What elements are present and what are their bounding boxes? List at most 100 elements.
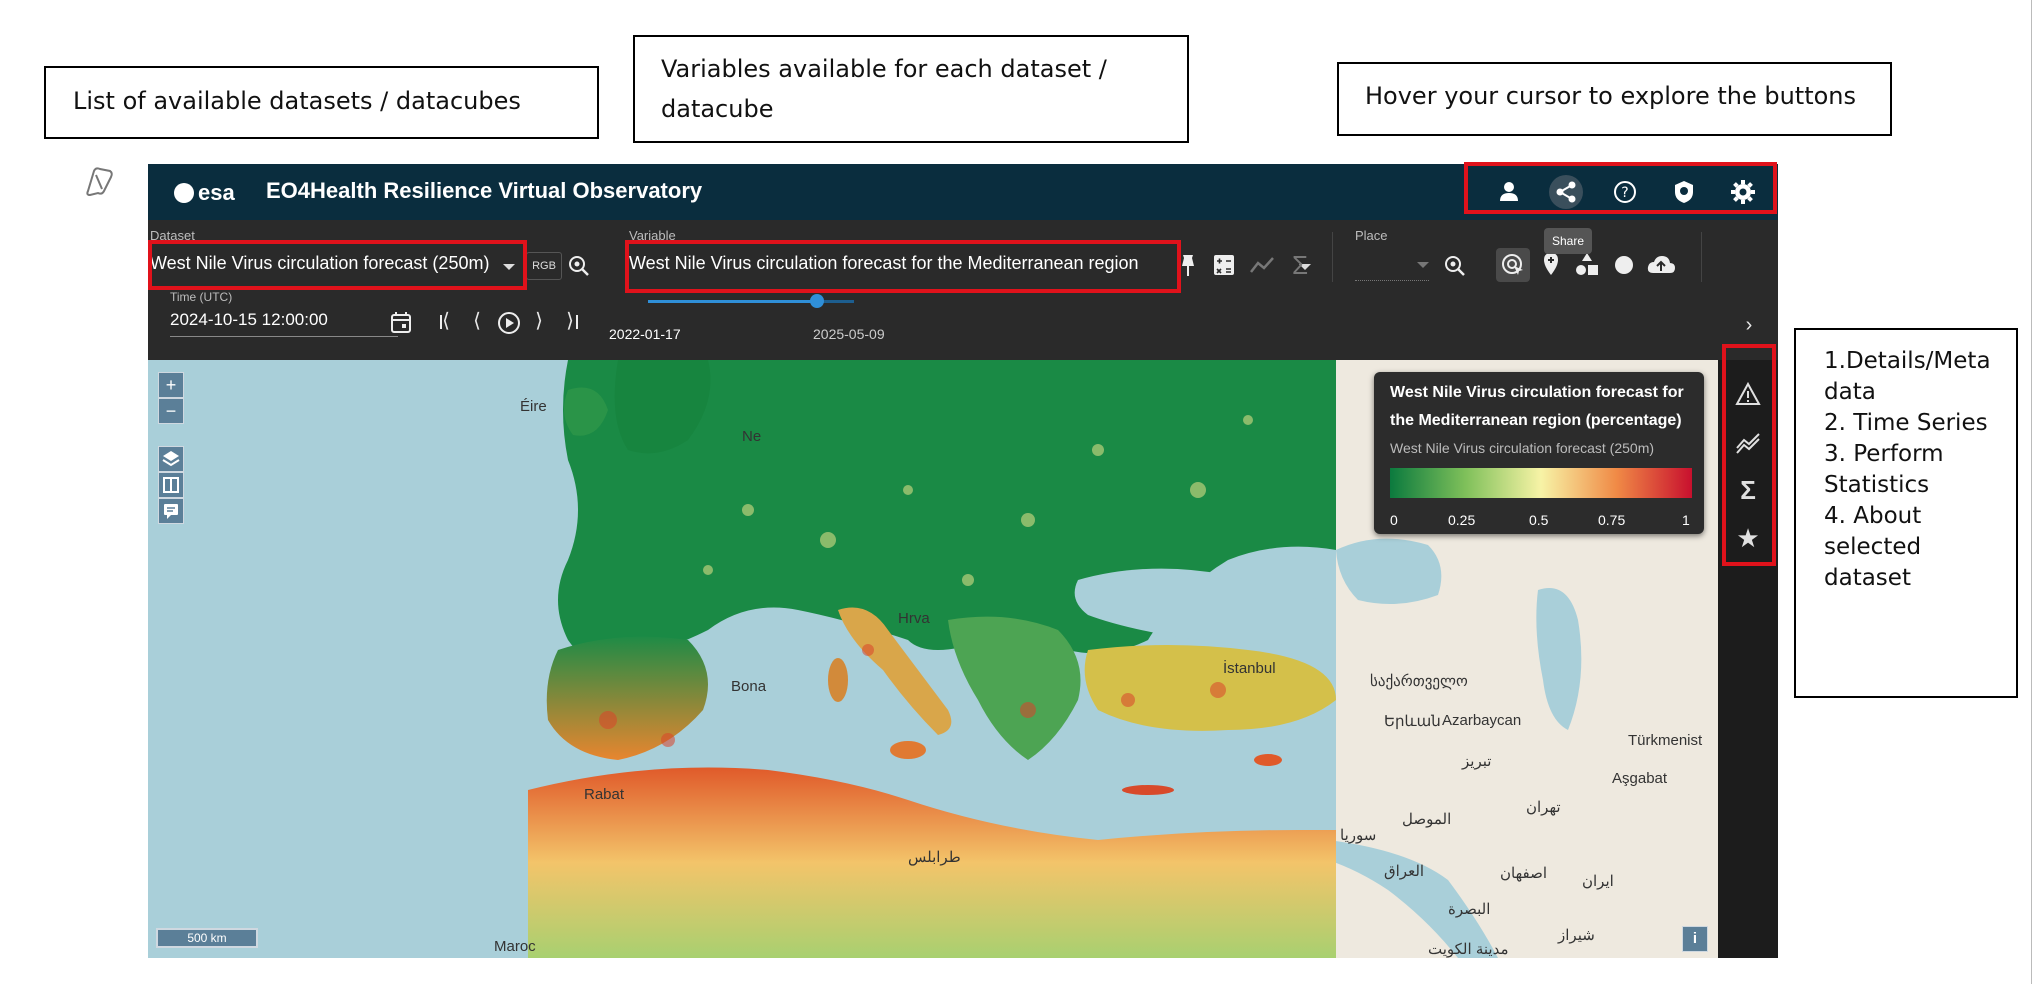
shield-icon[interactable] — [1667, 175, 1701, 209]
star-icon[interactable]: ★ — [1732, 522, 1764, 554]
legend-tick: 0 — [1390, 512, 1398, 528]
map-label: ایران — [1582, 873, 1614, 890]
time-input[interactable]: 2024-10-15 12:00:00 — [170, 304, 398, 337]
toolbar: Dataset West Nile Virus circulation fore… — [148, 220, 1778, 360]
callout-side-line: 4. About — [1824, 503, 1922, 529]
previous-step-icon[interactable]: ⟨ — [460, 304, 494, 338]
toolbar-divider — [1332, 232, 1333, 282]
callout-hover-text: Hover your cursor to explore the buttons — [1365, 82, 1857, 110]
dataset-label: Dataset — [150, 228, 195, 243]
share-icon[interactable] — [1549, 175, 1583, 209]
map-label: Երևան — [1384, 713, 1441, 730]
legend-title-line1: West Nile Virus circulation forecast for — [1390, 384, 1684, 401]
map-label: Ne — [742, 428, 762, 445]
color-legend[interactable]: West Nile Virus circulation forecast for… — [1374, 372, 1704, 534]
calendar-icon[interactable] — [384, 306, 418, 340]
map-label: Maroc — [494, 938, 536, 955]
zoom-out-button[interactable]: − — [158, 398, 184, 424]
title-bar: esa EO4Health Resilience Virtual Observa… — [148, 164, 1778, 220]
person-icon[interactable] — [1492, 175, 1526, 209]
last-step-bar — [576, 315, 578, 329]
callout-datasets-text: List of available datasets / datacubes — [73, 87, 521, 115]
variable-label: Variable — [629, 228, 676, 243]
callout-side-buttons: 1.Details/Meta data 2. Time Series 3. Pe… — [1794, 328, 2018, 698]
time-label: Time (UTC) — [170, 290, 233, 304]
callout-side-line: 2. Time Series — [1824, 410, 1988, 436]
crete — [1122, 785, 1174, 795]
expand-panel-icon[interactable]: › — [1732, 308, 1766, 342]
gear-icon[interactable] — [1726, 175, 1760, 209]
zoom-in-button[interactable]: + — [158, 372, 184, 398]
time-value: 2024-10-15 12:00:00 — [170, 310, 328, 329]
map-label: საქართველო — [1370, 673, 1468, 690]
map-label: شیراز — [1558, 927, 1595, 944]
layers-icon — [162, 451, 180, 467]
callout-side-list: 1.Details/Meta data 2. Time Series 3. Pe… — [1824, 346, 1991, 594]
play-icon[interactable] — [492, 306, 526, 340]
esa-logo-text: esa — [198, 180, 235, 205]
map-view[interactable]: Éire Ne Hrva Bona Rabat طرابلس İstanbul … — [148, 360, 1718, 958]
split-view-button[interactable] — [158, 472, 184, 498]
map-label: Türkmenist — [1628, 732, 1703, 749]
legend-tick: 0.5 — [1529, 512, 1549, 528]
place-select[interactable] — [1355, 250, 1429, 281]
corsica-sardinia — [828, 658, 848, 702]
first-step-bar — [440, 315, 442, 329]
first-step-icon[interactable]: ⟨ — [429, 304, 463, 338]
layers-button[interactable] — [158, 446, 184, 472]
map-label: مدينة الكويت — [1428, 941, 1509, 958]
variable-value: West Nile Virus circulation forecast for… — [629, 253, 1139, 273]
cyprus — [1254, 754, 1282, 766]
pin-icon[interactable] — [1171, 248, 1205, 282]
zoom-to-dataset-icon[interactable] — [562, 248, 596, 282]
help-icon[interactable]: ? — [1608, 175, 1642, 209]
legend-tick: 0.75 — [1598, 512, 1626, 528]
callout-datasets: List of available datasets / datacubes — [44, 66, 599, 139]
callout-variables: Variables available for each dataset / d… — [633, 35, 1189, 143]
upload-icon[interactable] — [1644, 248, 1678, 282]
statistics-icon[interactable]: Σ — [1732, 474, 1764, 506]
sigma-icon[interactable]: Σ — [1283, 248, 1317, 282]
callout-side-line: data — [1824, 379, 1876, 405]
rgb-button[interactable]: RGB — [526, 252, 562, 280]
time-series-icon[interactable] — [1245, 248, 1279, 282]
chevron-down-icon — [1417, 262, 1429, 268]
svg-text:?: ? — [1621, 185, 1628, 201]
map-label: Azarbaycan — [1442, 712, 1522, 729]
slider-thumb[interactable] — [809, 294, 824, 308]
right-side-panel: Σ ★ — [1718, 360, 1778, 958]
tooltip-text: Share — [1551, 234, 1585, 248]
calculator-icon[interactable] — [1207, 248, 1241, 282]
time-series-panel-icon[interactable] — [1732, 426, 1764, 458]
map-label: الموصل — [1402, 811, 1452, 828]
map-label: Hrva — [898, 610, 930, 627]
info-popup-button[interactable] — [158, 498, 184, 524]
select-tool-icon[interactable] — [1496, 248, 1530, 282]
map-label: Bona — [731, 678, 767, 695]
last-step-icon[interactable]: ⟩ — [553, 304, 587, 338]
rgb-label: RGB — [532, 260, 556, 272]
time-slider[interactable] — [648, 294, 854, 310]
map-label: Aşgabat — [1612, 770, 1668, 787]
toolbar-divider — [1701, 232, 1702, 282]
scale-bar: 500 km — [156, 928, 258, 948]
details-metadata-icon[interactable] — [1732, 378, 1764, 410]
place-label: Place — [1355, 228, 1388, 243]
map-label: اصفهان — [1500, 865, 1547, 882]
legend-tick: 1 — [1682, 512, 1690, 528]
map-label: İstanbul — [1223, 660, 1276, 677]
app-window: esa EO4Health Resilience Virtual Observa… — [148, 164, 1778, 958]
slider-start-label: 2022-01-17 — [609, 326, 681, 342]
share-tooltip: Share — [1544, 228, 1592, 254]
next-step-icon[interactable]: ⟩ — [522, 304, 556, 338]
zoom-to-place-icon[interactable] — [1438, 248, 1472, 282]
esa-logo: esa — [174, 180, 254, 206]
circle-icon[interactable] — [1607, 248, 1641, 282]
callout-side-line: 1.Details/Meta — [1824, 348, 1991, 374]
callout-side-line: 3. Perform — [1824, 441, 1944, 467]
dataset-select[interactable]: West Nile Virus circulation forecast (25… — [150, 248, 520, 282]
esa-logo-icon — [174, 183, 194, 203]
split-view-icon — [163, 477, 179, 493]
legend-tick: 0.25 — [1448, 512, 1476, 528]
attribution-button[interactable]: i — [1682, 926, 1708, 952]
